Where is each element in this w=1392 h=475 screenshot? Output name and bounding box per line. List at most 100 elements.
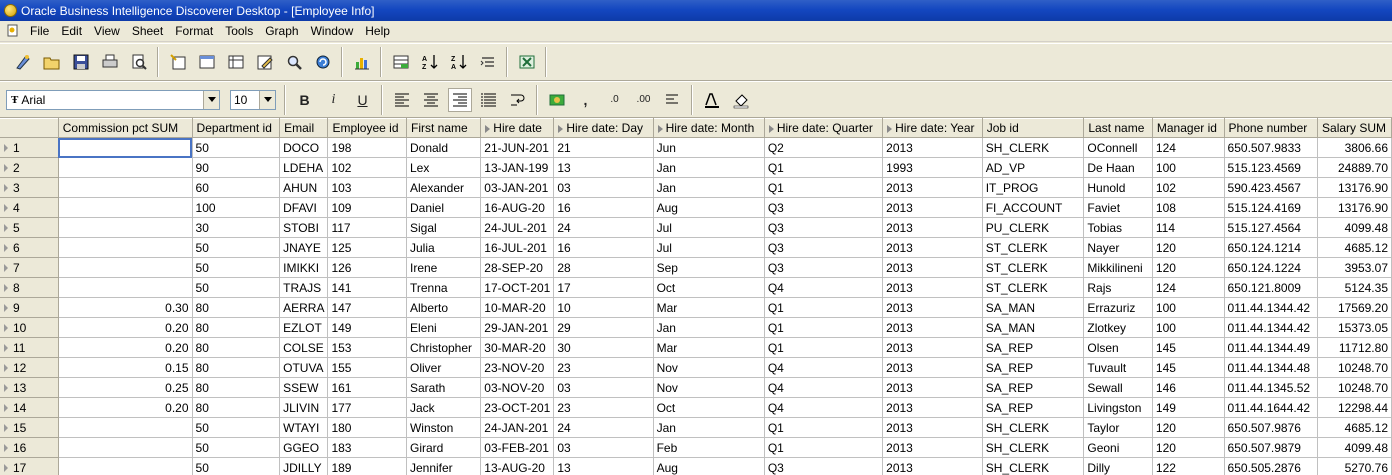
table-cell[interactable]: 03 [553, 377, 654, 398]
table-cell[interactable]: 4685.12 [1317, 237, 1392, 258]
table-cell[interactable]: 2013 [882, 397, 983, 418]
corner-cell[interactable] [0, 118, 59, 138]
new-sheet-wizard-icon[interactable] [166, 50, 190, 74]
row-header[interactable]: 2 [0, 157, 59, 178]
table-cell[interactable]: 100 [1152, 297, 1225, 318]
table-cell[interactable]: 03 [553, 177, 654, 198]
row-header[interactable]: 5 [0, 217, 59, 238]
table-cell[interactable]: 1993 [882, 157, 983, 178]
table-cell[interactable]: SA_MAN [982, 317, 1085, 338]
table-cell[interactable]: 146 [1152, 377, 1225, 398]
table-cell[interactable]: 21 [553, 137, 654, 158]
table-cell[interactable]: 13176.90 [1317, 177, 1392, 198]
sort-ascending-icon[interactable]: AZ [418, 50, 442, 74]
table-cell[interactable]: Jan [653, 157, 765, 178]
indent-icon[interactable] [661, 88, 685, 112]
table-cell[interactable]: Feb [653, 437, 765, 458]
table-cell[interactable]: 4685.12 [1317, 417, 1392, 438]
table-cell[interactable]: 124 [1152, 137, 1225, 158]
chevron-down-icon[interactable] [203, 90, 219, 109]
table-cell[interactable]: 011.44.1344.42 [1224, 297, 1319, 318]
table-cell[interactable]: Tuvault [1083, 357, 1153, 378]
table-cell[interactable]: SH_CLERK [982, 137, 1085, 158]
table-cell[interactable]: 23-NOV-20 [480, 357, 555, 378]
table-cell[interactable]: Sigal [406, 217, 482, 238]
table-cell[interactable]: 50 [192, 257, 281, 278]
table-cell[interactable]: 16-AUG-20 [480, 197, 555, 218]
table-row[interactable]: 15 50 WTAYI 180 Winston 24-JAN-201 24 Jan Q1 2013… [0, 417, 1392, 438]
row-header[interactable]: 17 [0, 457, 59, 475]
table-cell[interactable]: 3953.07 [1317, 257, 1392, 278]
table-cell[interactable]: 30 [192, 217, 281, 238]
table-cell[interactable]: Julia [406, 237, 482, 258]
column-header[interactable]: First name [406, 118, 482, 138]
table-cell[interactable]: Daniel [406, 197, 482, 218]
column-header[interactable]: Last name [1083, 118, 1153, 138]
table-cell[interactable]: Mar [653, 337, 765, 358]
table-cell[interactable]: 011.44.1644.42 [1224, 397, 1319, 418]
table-row[interactable]: 17 50 JDILLY 189 Jennifer 13-AUG-20 13 Aug Q3 201… [0, 457, 1392, 475]
table-cell[interactable]: Q3 [764, 237, 884, 258]
row-header[interactable]: 14 [0, 397, 59, 418]
table-cell[interactable]: 2013 [882, 217, 983, 238]
table-cell[interactable]: 17-OCT-201 [480, 277, 555, 298]
table-cell[interactable]: 650.507.9879 [1224, 437, 1319, 458]
table-cell[interactable]: Nov [653, 357, 765, 378]
increase-decimal-icon[interactable]: .0 [603, 88, 627, 112]
table-row[interactable]: 11 0.20 80 COLSE 153 Christopher 30-MAR-20 30 Ma… [0, 337, 1392, 358]
table-cell[interactable]: Q2 [764, 137, 884, 158]
row-header[interactable]: 4 [0, 197, 59, 218]
table-cell[interactable]: 50 [192, 277, 281, 298]
table-cell[interactable]: 10 [553, 297, 654, 318]
table-cell[interactable]: Q4 [764, 277, 884, 298]
table-cell[interactable]: 100 [1152, 157, 1225, 178]
table-cell[interactable]: 2013 [882, 357, 983, 378]
table-row[interactable]: 14 0.20 80 JLIVIN 177 Jack 23-OCT-201 23 Oct Q4 20… [0, 397, 1392, 418]
table-cell[interactable]: De Haan [1083, 157, 1153, 178]
table-cell[interactable]: 147 [327, 297, 407, 318]
table-cell[interactable]: EZLOT [279, 317, 329, 338]
table-cell[interactable]: 180 [327, 417, 407, 438]
row-header[interactable]: 7 [0, 257, 59, 278]
table-cell[interactable]: 24-JAN-201 [480, 417, 555, 438]
table-cell[interactable]: Jun [653, 137, 765, 158]
table-cell[interactable]: 24889.70 [1317, 157, 1392, 178]
align-right-icon[interactable] [447, 87, 472, 112]
table-cell[interactable]: 16-JUL-201 [480, 237, 555, 258]
row-header[interactable]: 12 [0, 357, 59, 378]
table-cell[interactable] [58, 437, 193, 458]
table-cell[interactable]: 80 [192, 337, 281, 358]
table-cell[interactable]: 13 [553, 457, 654, 475]
new-workbook-icon[interactable] [11, 50, 35, 74]
fill-color-icon[interactable] [729, 88, 753, 112]
table-cell[interactable]: Jennifer [406, 457, 482, 475]
table-cell[interactable]: 145 [1152, 357, 1225, 378]
menu-tools[interactable]: Tools [219, 21, 259, 41]
column-header[interactable]: Department id [192, 118, 281, 138]
table-cell[interactable]: SA_MAN [982, 297, 1085, 318]
table-cell[interactable] [58, 177, 193, 198]
table-cell[interactable]: 21-JUN-201 [480, 137, 555, 158]
table-cell[interactable]: Q1 [764, 157, 884, 178]
font-name-select[interactable]: Ŧ Arial [6, 89, 220, 110]
print-icon[interactable] [98, 50, 122, 74]
open-icon[interactable] [40, 50, 64, 74]
table-cell[interactable]: SH_CLERK [982, 417, 1085, 438]
table-row[interactable]: 13 0.25 80 SSEW 161 Sarath 03-NOV-20 03 Nov Q4 201… [0, 377, 1392, 398]
table-cell[interactable]: IT_PROG [982, 177, 1085, 198]
table-cell[interactable]: 2013 [882, 377, 983, 398]
row-header[interactable]: 3 [0, 177, 59, 198]
align-left-icon[interactable] [390, 88, 414, 112]
menu-window[interactable]: Window [305, 21, 360, 41]
row-header[interactable]: 10 [0, 317, 59, 338]
table-cell[interactable]: 50 [192, 437, 281, 458]
table-cell[interactable]: Faviet [1083, 197, 1153, 218]
table-cell[interactable]: Alexander [406, 177, 482, 198]
column-header[interactable]: Hire date: Day [553, 118, 654, 138]
format-data-icon[interactable] [545, 88, 569, 112]
table-cell[interactable]: 17569.20 [1317, 297, 1392, 318]
table-cell[interactable]: 145 [1152, 337, 1225, 358]
totals-icon[interactable] [389, 50, 413, 74]
menu-edit[interactable]: Edit [55, 21, 88, 41]
table-cell[interactable]: 149 [1152, 397, 1225, 418]
